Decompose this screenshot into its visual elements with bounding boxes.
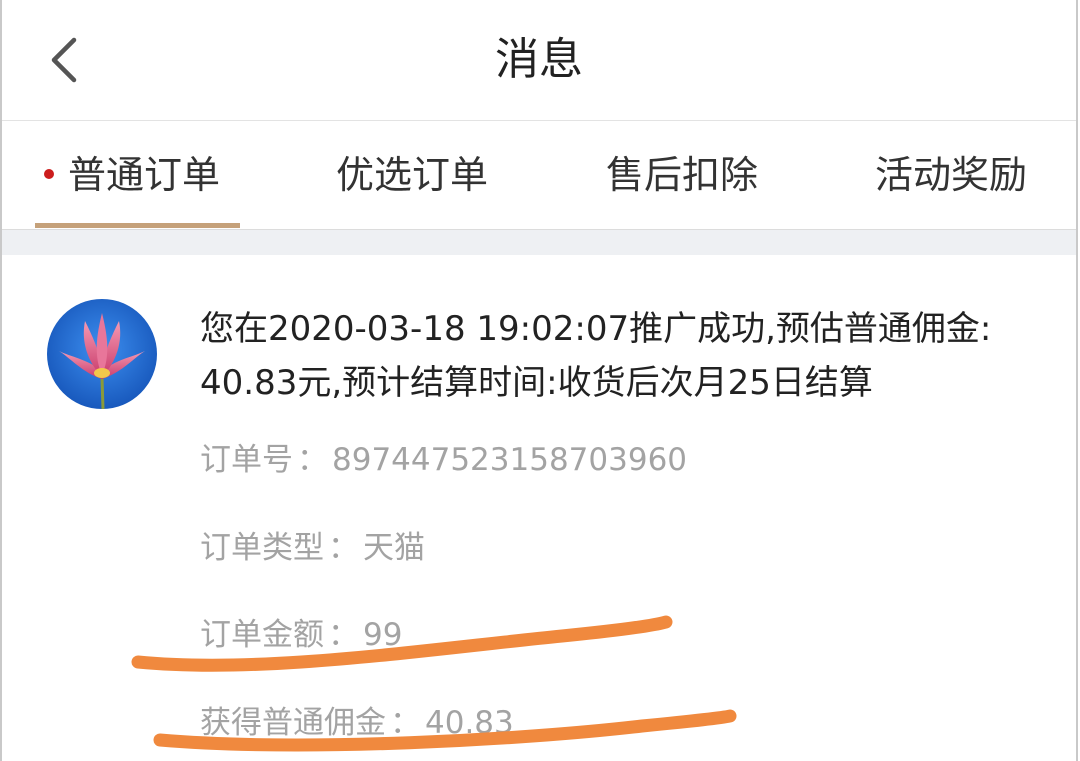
tab-label: 优选订单 xyxy=(336,153,489,197)
order-number-label: 订单号 xyxy=(200,442,293,478)
tab-after-sale-deductions[interactable]: 售后扣除 xyxy=(606,121,758,229)
message-text: 您在2020-03-18 19:02:07推广成功,预估普通佣金: 40.83元… xyxy=(200,302,1060,410)
tab-activity-rewards[interactable]: 活动奖励 xyxy=(875,121,1027,229)
order-type-row: 订单类型：天猫 xyxy=(200,522,425,567)
commission-label: 获得普通佣金 xyxy=(200,705,386,741)
order-amount-row: 订单金额： 99 xyxy=(200,609,402,654)
order-type-value: 天猫 xyxy=(363,530,425,566)
screen: 消息 普通订单 优选订单 售后扣除 活动奖励 您在2020-03-18 19:0… xyxy=(0,0,1078,761)
avatar[interactable] xyxy=(47,299,157,409)
tab-label: 活动奖励 xyxy=(875,153,1028,197)
order-number-value: 897447523158703960 xyxy=(332,442,688,478)
tab-label: 普通订单 xyxy=(68,153,221,197)
lotus-flower-icon xyxy=(47,299,157,409)
top-nav-bar: 消息 xyxy=(2,0,1076,121)
order-type-tabs: 普通订单 优选订单 售后扣除 活动奖励 xyxy=(2,121,1076,229)
section-divider xyxy=(2,229,1076,255)
active-tab-indicator xyxy=(35,223,240,228)
page-title: 消息 xyxy=(495,34,583,85)
unread-dot-icon xyxy=(44,168,54,179)
order-amount-value: 99 xyxy=(363,617,403,653)
order-amount-label: 订单金额 xyxy=(200,617,324,653)
message-line-1: 您在2020-03-18 19:02:07推广成功,预估普通佣金: xyxy=(200,309,992,349)
tab-normal-orders[interactable]: 普通订单 xyxy=(44,121,220,229)
label-separator: ： xyxy=(390,705,421,741)
label-separator: ： xyxy=(328,530,359,566)
commission-row: 获得普通佣金： 40.83 xyxy=(200,697,514,742)
tab-preferred-orders[interactable]: 优选订单 xyxy=(336,121,488,229)
order-type-label: 订单类型 xyxy=(200,530,324,566)
message-line-2: 40.83元,预计结算时间:收货后次月25日结算 xyxy=(200,363,873,403)
label-separator: ： xyxy=(328,617,359,653)
commission-value: 40.83 xyxy=(425,705,514,741)
order-number-row: 订单号： 897447523158703960 xyxy=(200,434,687,479)
label-separator: ： xyxy=(297,442,328,478)
tab-label: 售后扣除 xyxy=(606,153,759,197)
